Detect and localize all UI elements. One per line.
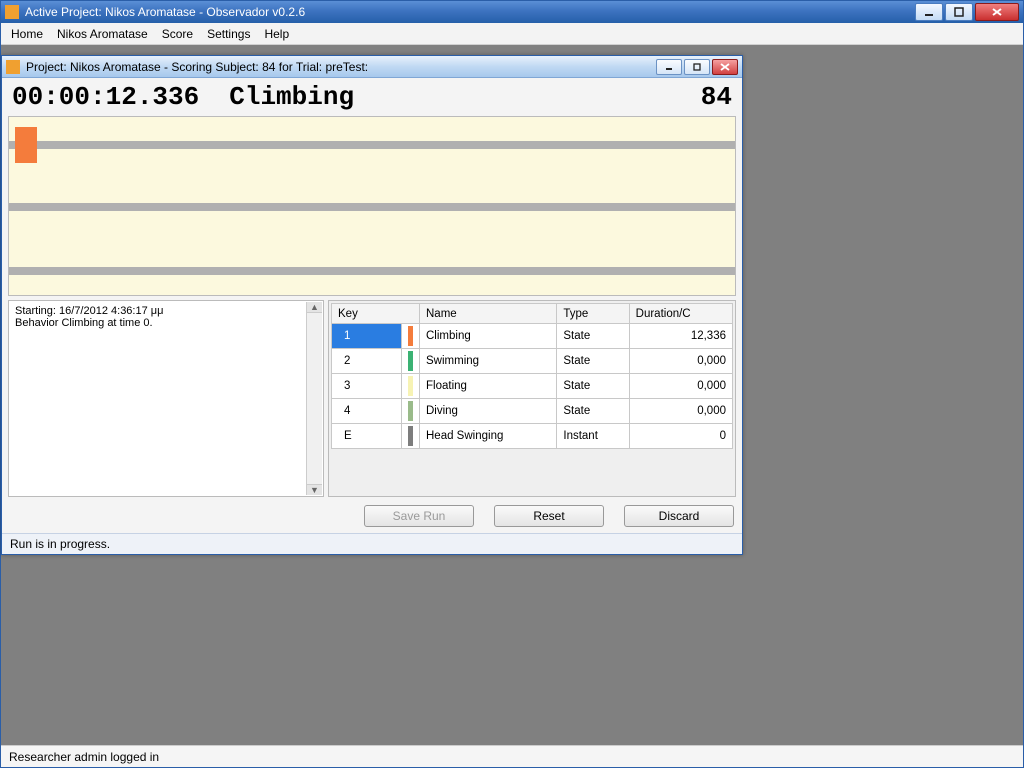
name-cell: Head Swinging	[420, 424, 557, 449]
minimize-icon	[924, 7, 934, 17]
close-icon	[991, 7, 1003, 17]
type-cell: State	[557, 399, 629, 424]
col-key[interactable]: Key	[332, 304, 420, 324]
child-maximize-button[interactable]	[684, 59, 710, 75]
behavior-table[interactable]: Key Name Type Duration/C 1ClimbingState1…	[331, 303, 733, 449]
subject-id: 84	[701, 82, 732, 112]
window-maximize-button[interactable]	[945, 3, 973, 21]
child-minimize-button[interactable]	[656, 59, 682, 75]
child-close-button[interactable]	[712, 59, 738, 75]
app-title: Active Project: Nikos Aromatase - Observ…	[25, 5, 305, 19]
timeline-lane	[9, 203, 735, 211]
menu-score[interactable]: Score	[162, 27, 193, 41]
app-titlebar[interactable]: Active Project: Nikos Aromatase - Observ…	[1, 1, 1023, 23]
menu-help[interactable]: Help	[264, 27, 289, 41]
app-status-text: Researcher admin logged in	[9, 750, 159, 764]
key-cell[interactable]: 1	[332, 324, 402, 349]
app-icon	[5, 5, 19, 19]
app-statusbar: Researcher admin logged in	[1, 745, 1023, 767]
menu-home[interactable]: Home	[11, 27, 43, 41]
menu-settings[interactable]: Settings	[207, 27, 250, 41]
mdi-client-area: Project: Nikos Aromatase - Scoring Subje…	[1, 45, 1023, 745]
timeline-lane	[9, 267, 735, 275]
duration-cell: 0,000	[629, 374, 732, 399]
log-line: Behavior Climbing at time 0.	[15, 317, 317, 329]
duration-cell: 0,000	[629, 349, 732, 374]
duration-cell: 12,336	[629, 324, 732, 349]
current-behavior: Climbing	[229, 82, 354, 112]
readout-bar: 00:00:12.336 Climbing 84	[8, 82, 736, 112]
maximize-icon	[693, 63, 701, 71]
scoring-status-text: Run is in progress.	[10, 537, 110, 551]
scoring-statusbar: Run is in progress.	[2, 533, 742, 554]
table-row[interactable]: 2 SwimmingState0,000	[332, 349, 733, 374]
color-swatch	[402, 424, 420, 449]
key-cell[interactable]: E	[332, 424, 402, 449]
name-cell: Floating	[420, 374, 557, 399]
name-cell: Swimming	[420, 349, 557, 374]
color-swatch	[402, 349, 420, 374]
key-cell[interactable]: 3	[332, 374, 402, 399]
scoring-window-title: Project: Nikos Aromatase - Scoring Subje…	[26, 60, 368, 74]
timeline-event-block	[15, 127, 37, 163]
table-row[interactable]: 3 FloatingState0,000	[332, 374, 733, 399]
col-name[interactable]: Name	[420, 304, 557, 324]
type-cell: State	[557, 324, 629, 349]
table-row[interactable]: 4 DivingState0,000	[332, 399, 733, 424]
event-log[interactable]: Starting: 16/7/2012 4:36:17 μμ Behavior …	[8, 300, 324, 497]
key-cell[interactable]: 4	[332, 399, 402, 424]
table-row[interactable]: 1 ClimbingState12,336	[332, 324, 733, 349]
run-button-row: Save Run Reset Discard	[8, 501, 736, 529]
color-swatch	[402, 324, 420, 349]
discard-button[interactable]: Discard	[624, 505, 734, 527]
duration-cell: 0,000	[629, 399, 732, 424]
col-duration[interactable]: Duration/C	[629, 304, 732, 324]
save-run-button[interactable]: Save Run	[364, 505, 474, 527]
timeline-panel[interactable]	[8, 116, 736, 296]
elapsed-time: 00:00:12.336	[12, 82, 199, 112]
key-cell[interactable]: 2	[332, 349, 402, 374]
log-line: Starting: 16/7/2012 4:36:17 μμ	[15, 305, 317, 317]
type-cell: State	[557, 374, 629, 399]
close-icon	[720, 63, 730, 71]
color-swatch	[402, 399, 420, 424]
window-close-button[interactable]	[975, 3, 1019, 21]
type-cell: Instant	[557, 424, 629, 449]
reset-button[interactable]: Reset	[494, 505, 604, 527]
timeline-lane	[9, 141, 735, 149]
type-cell: State	[557, 349, 629, 374]
menu-project[interactable]: Nikos Aromatase	[57, 27, 148, 41]
behavior-table-pane: Key Name Type Duration/C 1ClimbingState1…	[328, 300, 736, 497]
col-type[interactable]: Type	[557, 304, 629, 324]
scoring-window: Project: Nikos Aromatase - Scoring Subje…	[1, 55, 743, 555]
log-scrollbar[interactable]	[306, 302, 322, 495]
menubar: Home Nikos Aromatase Score Settings Help	[1, 23, 1023, 45]
color-swatch	[402, 374, 420, 399]
minimize-icon	[665, 63, 673, 71]
scoring-window-icon	[6, 60, 20, 74]
table-row[interactable]: E Head SwingingInstant0	[332, 424, 733, 449]
maximize-icon	[954, 7, 964, 17]
name-cell: Diving	[420, 399, 557, 424]
window-minimize-button[interactable]	[915, 3, 943, 21]
scoring-titlebar[interactable]: Project: Nikos Aromatase - Scoring Subje…	[2, 56, 742, 78]
name-cell: Climbing	[420, 324, 557, 349]
duration-cell: 0	[629, 424, 732, 449]
app-window: Active Project: Nikos Aromatase - Observ…	[0, 0, 1024, 768]
